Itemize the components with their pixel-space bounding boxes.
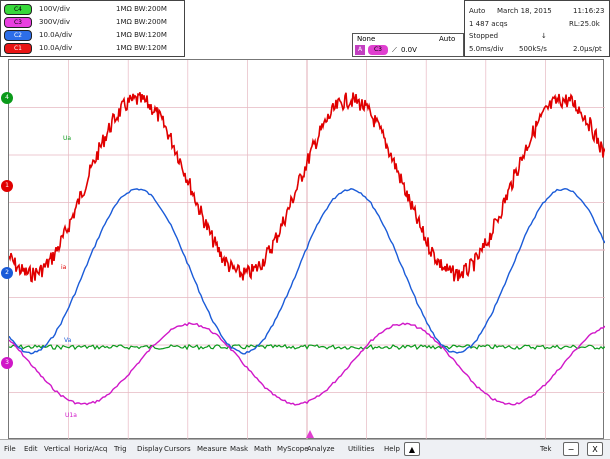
- acquisition-panel[interactable]: Auto March 18, 2015 11:16:23 1 487 acqs …: [464, 0, 610, 57]
- waveform-plot[interactable]: Ua ia Va U1a: [8, 59, 605, 440]
- menu-item-math[interactable]: Math: [254, 445, 272, 453]
- channel-row[interactable]: C4 100V/div 1MΩ BW:200M: [4, 4, 182, 16]
- channel-row[interactable]: C2 10.0A/div 1MΩ BW:120M: [4, 30, 182, 42]
- menu-item-horiz-acq[interactable]: Horiz/Acq: [74, 445, 107, 453]
- waveform-canvas: [9, 60, 605, 440]
- ui-label: U1a: [65, 412, 77, 419]
- help-arrow-button[interactable]: ▲: [404, 442, 420, 456]
- channel-scale: 10.0A/div: [39, 44, 73, 52]
- record-length: RL:25.0k: [569, 20, 600, 28]
- rising-edge-icon: ⟋: [392, 46, 397, 54]
- sample-rate: 500kS/s: [519, 45, 547, 53]
- channel-scale: 100V/div: [39, 5, 71, 13]
- ch-marker-green[interactable]: 4: [1, 92, 13, 104]
- channel-badge[interactable]: C3: [4, 17, 32, 28]
- close-button[interactable]: X: [587, 442, 603, 456]
- menu-item-measure[interactable]: Measure: [197, 445, 227, 453]
- menu-item-cursors[interactable]: Cursors: [164, 445, 191, 453]
- pointer-icon: ↓: [541, 32, 547, 40]
- channel-badge[interactable]: C1: [4, 43, 32, 54]
- va-label: Va: [64, 337, 72, 344]
- resolution: 2.0µs/pt: [573, 45, 602, 53]
- trigger-source-badge[interactable]: C3: [368, 45, 388, 55]
- trigger-panel[interactable]: None A C3 ⟋ 0.0V Auto: [352, 33, 464, 57]
- channel-impedance: 1MΩ BW:120M: [116, 31, 167, 39]
- menu-item-help[interactable]: Help: [384, 445, 400, 453]
- channel-scale: 10.0A/div: [39, 31, 73, 39]
- trigger-level: 0.0V: [401, 46, 417, 54]
- trigger-position-icon[interactable]: [306, 430, 314, 438]
- tek-label: Tek: [540, 445, 552, 453]
- oscilloscope-screen: C4 100V/div 1MΩ BW:200M C3 300V/div 1MΩ …: [0, 0, 610, 459]
- menu-item-file[interactable]: File: [4, 445, 16, 453]
- ua-label: Ua: [63, 135, 72, 142]
- ia-label: ia: [61, 264, 67, 271]
- acq-date: March 18, 2015: [497, 7, 552, 15]
- run-state: Stopped: [469, 32, 499, 40]
- channel-impedance: 1MΩ BW:200M: [116, 18, 167, 26]
- menu-item-mask[interactable]: Mask: [230, 445, 248, 453]
- menu-item-vertical[interactable]: Vertical: [44, 445, 70, 453]
- minimize-button[interactable]: −: [563, 442, 579, 456]
- trigger-coupling: Auto: [439, 35, 456, 43]
- acq-mode: Auto: [469, 7, 486, 15]
- menu-item-utilities[interactable]: Utilities: [348, 445, 374, 453]
- menu-item-display[interactable]: Display: [137, 445, 163, 453]
- ch-marker-magenta[interactable]: 3: [1, 357, 13, 369]
- acq-time: 11:16:23: [573, 7, 605, 15]
- channel-badge[interactable]: C2: [4, 30, 32, 41]
- menu-item-analyze[interactable]: Analyze: [307, 445, 335, 453]
- menu-item-trig[interactable]: Trig: [114, 445, 127, 453]
- menu-item-edit[interactable]: Edit: [24, 445, 38, 453]
- acq-count: 1 487 acqs: [469, 20, 508, 28]
- trigger-mode: None: [357, 35, 376, 43]
- channel-scale: 300V/div: [39, 18, 71, 26]
- ch-marker-red[interactable]: 1: [1, 180, 13, 192]
- channel-badge[interactable]: C4: [4, 4, 32, 15]
- channel-row[interactable]: C1 10.0A/div 1MΩ BW:120M: [4, 43, 182, 55]
- channel-impedance: 1MΩ BW:200M: [116, 5, 167, 13]
- channel-row[interactable]: C3 300V/div 1MΩ BW:200M: [4, 17, 182, 29]
- channel-info-panel: C4 100V/div 1MΩ BW:200M C3 300V/div 1MΩ …: [0, 0, 185, 57]
- time-scale: 5.0ms/div: [469, 45, 504, 53]
- menu-item-myscope[interactable]: MyScope: [277, 445, 309, 453]
- trigger-slope-icon: A: [355, 45, 365, 55]
- channel-impedance: 1MΩ BW:120M: [116, 44, 167, 52]
- ch-marker-blue[interactable]: 2: [1, 267, 13, 279]
- menu-bar: File Edit Vertical Horiz/Acq Trig Display Curs…: [0, 439, 610, 459]
